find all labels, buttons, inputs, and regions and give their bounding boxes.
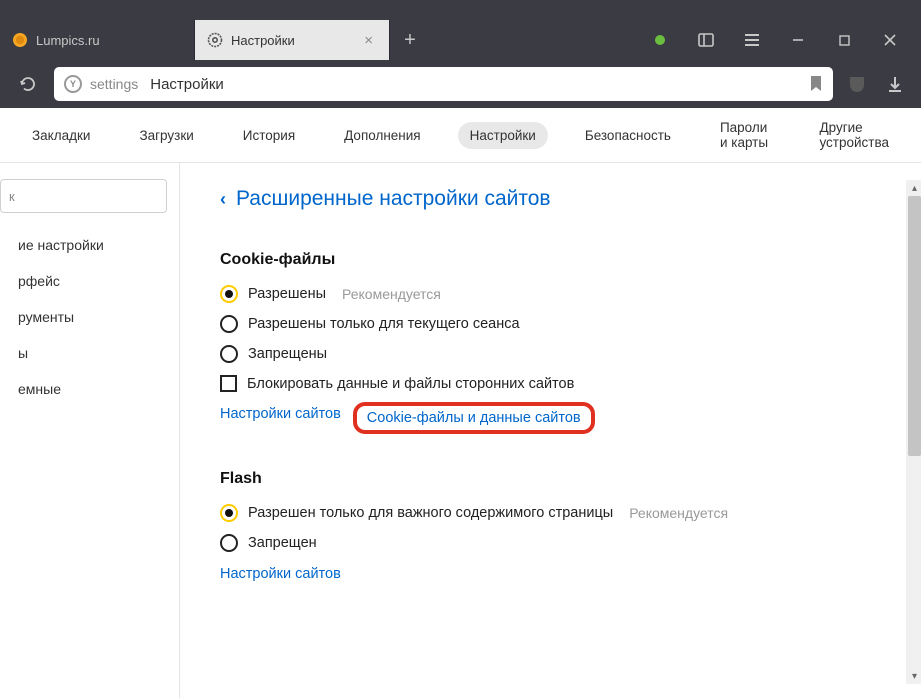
radio-label: Запрещен	[248, 535, 317, 551]
download-icon[interactable]	[881, 70, 909, 98]
yandex-icon: Y	[64, 75, 82, 93]
nav-security[interactable]: Безопасность	[573, 122, 683, 149]
close-icon[interactable]: ×	[362, 32, 375, 49]
sidebar-item[interactable]: ы	[0, 335, 179, 371]
menu-button[interactable]	[729, 20, 775, 60]
radio-label: Разрешены только для текущего сеанса	[248, 316, 520, 332]
radio-flash-blocked[interactable]: Запрещен	[220, 534, 881, 552]
radio-icon	[220, 504, 238, 522]
radio-cookies-session[interactable]: Разрешены только для текущего сеанса	[220, 315, 881, 333]
checkbox-label: Блокировать данные и файлы сторонних сай…	[247, 376, 574, 392]
main-panel: ‹ Расширенные настройки сайтов Cookie-фа…	[180, 163, 921, 698]
omnibox[interactable]: Y settings Настройки	[54, 67, 833, 101]
sidebar-item[interactable]: рументы	[0, 299, 179, 335]
sidebar-item[interactable]: ие настройки	[0, 227, 179, 263]
back-header[interactable]: ‹ Расширенные настройки сайтов	[220, 187, 881, 211]
hint-text: Рекомендуется	[629, 505, 728, 521]
radio-cookies-allowed[interactable]: Разрешены Рекомендуется	[220, 285, 881, 303]
section-cookies: Cookie-файлы Разрешены Рекомендуется Раз…	[220, 251, 881, 430]
search-value: к	[9, 189, 15, 204]
close-window-button[interactable]	[867, 20, 913, 60]
scroll-thumb[interactable]	[908, 196, 921, 456]
sidebar-item[interactable]: емные	[0, 371, 179, 407]
sidebar-search[interactable]: к	[0, 179, 167, 213]
titlebar-right	[637, 20, 921, 60]
scroll-down-icon[interactable]: ▾	[906, 668, 921, 684]
radio-icon	[220, 345, 238, 363]
nav-history[interactable]: История	[231, 122, 307, 149]
link-site-settings[interactable]: Настройки сайтов	[220, 566, 341, 582]
sidebar-toggle-button[interactable]	[683, 20, 729, 60]
nav-bookmarks[interactable]: Закладки	[20, 122, 102, 149]
minimize-button[interactable]	[775, 20, 821, 60]
tab-label: Lumpics.ru	[36, 33, 100, 48]
reload-button[interactable]	[12, 68, 44, 100]
sidebar: к ие настройки рфейс рументы ы емные	[0, 163, 180, 698]
status-indicator[interactable]	[637, 20, 683, 60]
titlebar: Lumpics.ru Настройки × +	[0, 0, 921, 60]
nav-other-devices[interactable]: Другие устройства	[807, 114, 901, 156]
radio-label: Запрещены	[248, 346, 327, 362]
sidebar-item[interactable]: рфейс	[0, 263, 179, 299]
section-flash: Flash Разрешен только для важного содерж…	[220, 470, 881, 582]
adblock-icon[interactable]	[843, 70, 871, 98]
page-title: Расширенные настройки сайтов	[236, 187, 551, 211]
nav-passwords[interactable]: Пароли и карты	[708, 114, 783, 156]
nav-addons[interactable]: Дополнения	[332, 122, 432, 149]
section-title: Cookie-файлы	[220, 251, 881, 269]
radio-icon	[220, 534, 238, 552]
radio-icon	[220, 315, 238, 333]
radio-cookies-blocked[interactable]: Запрещены	[220, 345, 881, 363]
lumpics-favicon	[12, 32, 28, 48]
radio-flash-important[interactable]: Разрешен только для важного содержимого …	[220, 504, 881, 522]
flash-links: Настройки сайтов	[220, 566, 881, 582]
bookmark-icon[interactable]	[809, 75, 823, 93]
section-title: Flash	[220, 470, 881, 488]
maximize-button[interactable]	[821, 20, 867, 60]
chevron-left-icon: ‹	[220, 189, 226, 210]
checkbox-block-thirdparty[interactable]: Блокировать данные и файлы сторонних сай…	[220, 375, 881, 392]
url-prefix: settings	[90, 76, 138, 92]
gear-icon	[207, 32, 223, 48]
settings-nav: Закладки Загрузки История Дополнения Нас…	[0, 108, 921, 163]
radio-label: Разрешен только для важного содержимого …	[248, 505, 613, 521]
nav-settings[interactable]: Настройки	[458, 122, 548, 149]
dot-green-icon	[655, 35, 665, 45]
cookies-links: Настройки сайтов Cookie-файлы и данные с…	[220, 406, 881, 430]
tab-settings[interactable]: Настройки ×	[195, 20, 390, 60]
scrollbar[interactable]: ▴ ▾	[906, 180, 921, 684]
link-site-settings[interactable]: Настройки сайтов	[220, 406, 341, 430]
tab-label: Настройки	[231, 33, 295, 48]
nav-downloads[interactable]: Загрузки	[127, 122, 205, 149]
address-bar: Y settings Настройки	[0, 60, 921, 108]
radio-label: Разрешены	[248, 286, 326, 302]
content: к ие настройки рфейс рументы ы емные ‹ Р…	[0, 163, 921, 698]
new-tab-button[interactable]: +	[390, 20, 430, 60]
radio-icon	[220, 285, 238, 303]
scroll-up-icon[interactable]: ▴	[906, 180, 921, 196]
url-title: Настройки	[150, 76, 224, 93]
link-cookie-data[interactable]: Cookie-файлы и данные сайтов	[353, 402, 595, 434]
tab-lumpics[interactable]: Lumpics.ru	[0, 20, 195, 60]
hint-text: Рекомендуется	[342, 286, 441, 302]
checkbox-icon	[220, 375, 237, 392]
